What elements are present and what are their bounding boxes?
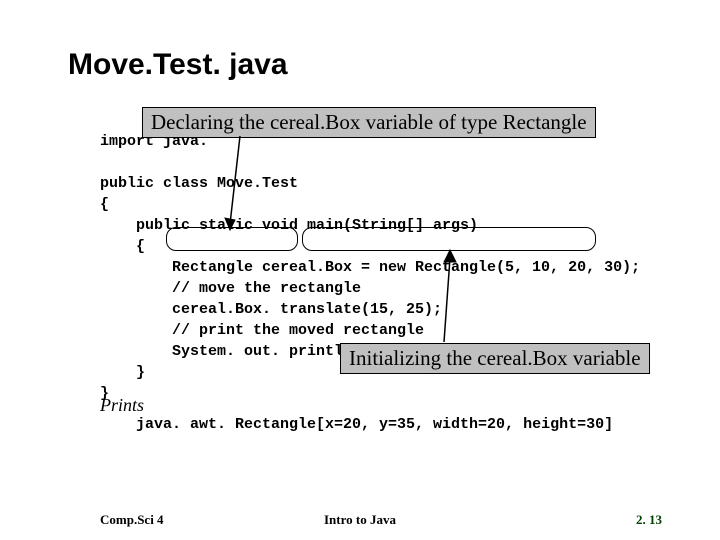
prints-output: java. awt. Rectangle[x=20, y=35, width=2…	[136, 416, 613, 433]
code-comment2: // print the moved rectangle	[100, 320, 424, 341]
code-main-open: {	[100, 236, 145, 257]
code-translate: cereal.Box. translate(15, 25);	[100, 299, 442, 320]
code-comment1: // move the rectangle	[100, 278, 361, 299]
code-decl: Rectangle cereal.Box = new Rectangle(5, …	[100, 257, 640, 278]
code-main-close: }	[100, 362, 145, 383]
arrow-initializing	[430, 248, 470, 348]
code-class: public class Move.Test	[100, 175, 298, 192]
prints-label: Prints	[100, 395, 144, 416]
page-title: Move.Test. java	[68, 48, 288, 82]
callout-declaring: Declaring the cereal.Box variable of typ…	[142, 107, 596, 138]
footer-right: 2. 13	[636, 512, 662, 528]
callout-initializing: Initializing the cereal.Box variable	[340, 343, 650, 374]
arrow-declaring	[220, 136, 260, 236]
code-open: {	[100, 196, 109, 213]
slide: Move.Test. java import java. public clas…	[0, 0, 720, 540]
footer-center: Intro to Java	[0, 512, 720, 528]
